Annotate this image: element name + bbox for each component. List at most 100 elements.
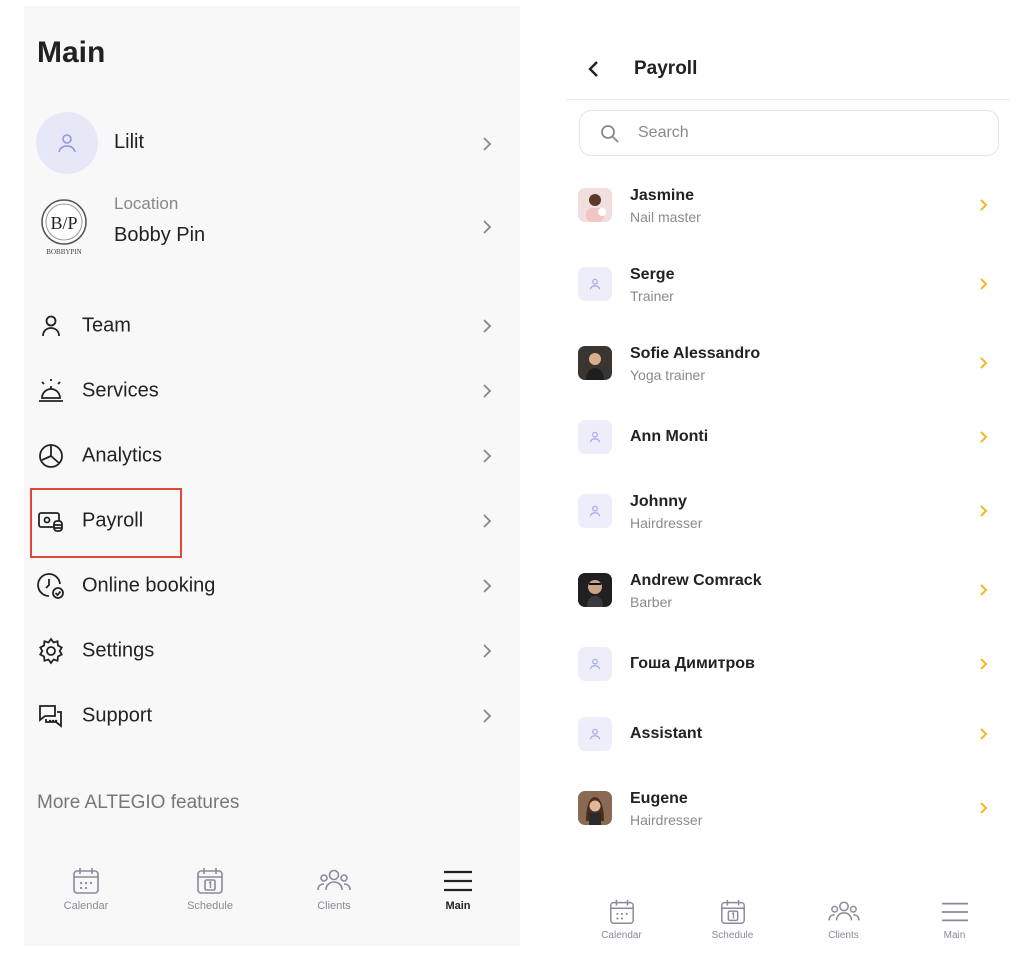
- menu-icon: [941, 902, 968, 922]
- tab-label: Schedule: [711, 930, 754, 941]
- more-features-heading: More ALTEGIO features: [37, 792, 240, 813]
- tab-label: Calendar: [601, 930, 642, 941]
- tab-bar: Calendar Schedule Clients Main: [24, 846, 520, 946]
- menu-label: Support: [82, 704, 153, 727]
- tab-clients[interactable]: Clients: [272, 846, 396, 946]
- tab-label: Main: [445, 900, 471, 912]
- gear-icon: [39, 637, 63, 665]
- logo-text: B/P: [50, 213, 77, 233]
- chevron-right-icon: [980, 278, 988, 290]
- tab-label: Clients: [828, 930, 859, 941]
- chevron-right-icon: [483, 579, 492, 593]
- service-bell-icon: [39, 379, 63, 402]
- person-icon: [42, 315, 60, 337]
- menu-label: Settings: [82, 639, 155, 662]
- tab-main[interactable]: Main: [899, 878, 1010, 948]
- staff-row[interactable]: Sofie Alessandro Yoga trainer: [566, 333, 1010, 393]
- search-input[interactable]: Search: [579, 110, 999, 156]
- avatar: [36, 112, 98, 174]
- user-icon: [589, 431, 601, 443]
- location-name: Bobby Pin: [114, 224, 206, 246]
- header: Payroll: [566, 38, 1010, 100]
- staff-row[interactable]: Eugene Hairdresser: [566, 778, 1010, 838]
- staff-name: Ann Monti: [630, 428, 709, 445]
- tab-calendar[interactable]: Calendar: [24, 846, 148, 946]
- pie-chart-icon: [39, 444, 63, 468]
- avatar-placeholder: [578, 647, 612, 681]
- tab-label: Calendar: [63, 900, 109, 912]
- tab-bar: Calendar Schedule Clients Main: [566, 878, 1010, 948]
- clock-check-icon: [37, 573, 64, 599]
- staff-row[interactable]: Assistant: [566, 704, 1010, 764]
- avatar-placeholder: [578, 717, 612, 751]
- profile-name: Lilit: [114, 131, 145, 153]
- menu-item-online-booking[interactable]: Online booking: [24, 556, 520, 616]
- menu-label: Online booking: [82, 574, 216, 597]
- page-title: Main: [37, 36, 106, 69]
- chevron-right-icon: [980, 584, 988, 596]
- menu-item-team[interactable]: Team: [24, 296, 520, 356]
- back-arrow-icon[interactable]: [586, 58, 602, 80]
- staff-name: Andrew Comrack: [630, 572, 762, 589]
- tab-label: Main: [943, 930, 966, 941]
- menu-icon: [444, 870, 472, 892]
- staff-row[interactable]: Jasmine Nail master: [566, 175, 1010, 235]
- clients-icon: [317, 869, 351, 891]
- chevron-right-icon: [980, 728, 988, 740]
- chevron-right-icon: [483, 384, 492, 398]
- staff-row[interactable]: Andrew Comrack Barber: [566, 560, 1010, 620]
- staff-row[interactable]: Гоша Димитров: [566, 634, 1010, 694]
- staff-role: Nail master: [630, 209, 701, 225]
- chevron-right-icon: [483, 220, 492, 234]
- tab-calendar[interactable]: Calendar: [566, 878, 677, 948]
- staff-photo: [578, 573, 612, 607]
- profile-row[interactable]: Lilit: [24, 112, 520, 176]
- chevron-right-icon: [483, 137, 492, 151]
- tab-clients[interactable]: Clients: [788, 878, 899, 948]
- staff-row[interactable]: Serge Trainer: [566, 254, 1010, 314]
- user-icon: [589, 728, 601, 740]
- search-placeholder: Search: [638, 124, 689, 141]
- search-icon: [601, 125, 619, 143]
- staff-name: Johnny: [630, 493, 687, 510]
- staff-role: Hairdresser: [630, 515, 703, 531]
- user-icon: [58, 134, 76, 153]
- avatar-placeholder: [578, 420, 612, 454]
- staff-role: Barber: [630, 594, 673, 610]
- staff-row[interactable]: Johnny Hairdresser: [566, 481, 1010, 541]
- location-label: Location: [114, 194, 179, 213]
- staff-photo: [578, 188, 612, 222]
- tab-schedule[interactable]: Schedule: [148, 846, 272, 946]
- location-logo: B/P BOBBYPIN: [41, 199, 87, 256]
- menu-item-support[interactable]: Support: [24, 686, 520, 746]
- staff-role: Hairdresser: [630, 812, 703, 828]
- staff-photo: [578, 346, 612, 380]
- tab-schedule[interactable]: Schedule: [677, 878, 788, 948]
- avatar-placeholder: [578, 267, 612, 301]
- menu-label: Team: [82, 314, 131, 337]
- main-screen: Main Lilit B/P BOBBYPIN Location Bobby P…: [24, 6, 520, 946]
- location-row[interactable]: B/P BOBBYPIN Location Bobby Pin: [24, 194, 520, 260]
- chevron-right-icon: [980, 658, 988, 670]
- tab-main[interactable]: Main: [396, 846, 520, 946]
- chevron-right-icon: [483, 709, 492, 723]
- menu-label: Analytics: [82, 444, 163, 467]
- chevron-right-icon: [980, 505, 988, 517]
- clients-icon: [827, 901, 860, 921]
- chevron-right-icon: [483, 644, 492, 658]
- calendar-icon: [609, 899, 634, 924]
- tab-label: Schedule: [187, 900, 233, 912]
- menu-label: Services: [82, 379, 159, 402]
- chevron-right-icon: [483, 514, 492, 528]
- staff-name: Гоша Димитров: [630, 655, 755, 672]
- menu-item-settings[interactable]: Settings: [24, 621, 520, 681]
- staff-role: Yoga trainer: [630, 367, 705, 383]
- logo-subtext: BOBBYPIN: [46, 248, 81, 256]
- menu-item-services[interactable]: Services: [24, 361, 520, 421]
- chevron-right-icon: [980, 199, 988, 211]
- menu-item-analytics[interactable]: Analytics: [24, 426, 520, 486]
- staff-row[interactable]: Ann Monti: [566, 407, 1010, 467]
- user-icon: [589, 658, 601, 670]
- staff-photo: [578, 791, 612, 825]
- calendar-icon: [73, 868, 99, 894]
